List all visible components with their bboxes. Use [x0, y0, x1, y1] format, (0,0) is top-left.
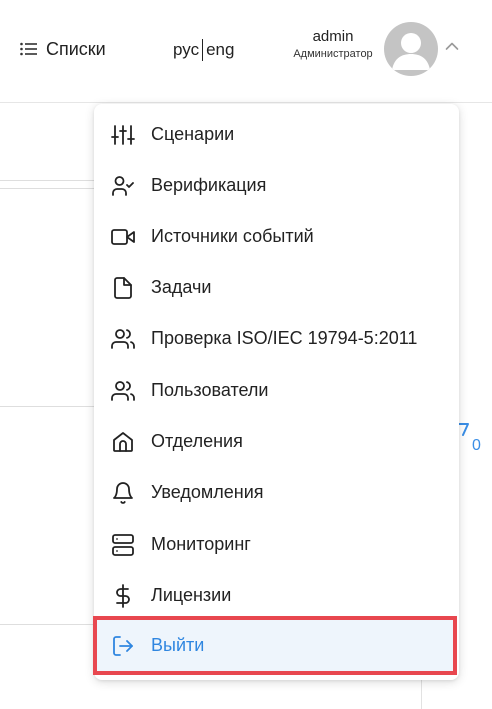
menu-item-label: Сценарии	[151, 124, 235, 144]
dollar-icon	[110, 583, 136, 609]
lists-button[interactable]: Списки	[20, 36, 106, 62]
video-camera-icon	[110, 224, 136, 250]
menu-item-label: Задачи	[151, 277, 212, 297]
menu-item-label: Отделения	[151, 431, 243, 451]
menu-item-label: Уведомления	[151, 482, 264, 502]
menu-item-label: Лицензии	[151, 585, 232, 605]
users-icon	[110, 378, 136, 404]
lang-separator	[202, 39, 204, 61]
menu-item-notifications[interactable]: Уведомления	[94, 467, 459, 518]
users-icon	[110, 326, 136, 352]
menu-item-event-sources[interactable]: Источники событий	[94, 211, 459, 262]
user-name: admin	[312, 28, 354, 45]
menu-item-tasks[interactable]: Задачи	[94, 262, 459, 313]
menu-item-verification[interactable]: Верификация	[94, 160, 459, 211]
user-info[interactable]: admin Администратор	[286, 28, 380, 62]
menu-item-users[interactable]: Пользователи	[94, 365, 459, 416]
menu-item-label: Верификация	[151, 175, 267, 195]
menu-item-monitoring[interactable]: Мониторинг	[94, 519, 459, 570]
user-dropdown-menu: Сценарии Верификация Источники событий З…	[93, 104, 459, 680]
logout-label: Выйти	[151, 635, 205, 655]
chevron-up-icon[interactable]	[445, 41, 459, 51]
language-switcher: рус eng	[173, 37, 234, 63]
user-check-icon	[110, 173, 136, 199]
lists-label: Списки	[46, 38, 106, 59]
lang-en[interactable]: eng	[206, 40, 234, 60]
avatar-placeholder-icon	[392, 33, 430, 70]
user-role: Администратор	[293, 48, 373, 60]
menu-item-iso-check[interactable]: Проверка ISO/IEC 19794-5:2011	[94, 313, 459, 364]
menu-item-logout[interactable]: Выйти	[93, 616, 457, 675]
server-icon	[110, 532, 136, 558]
background-divider	[0, 188, 94, 189]
background-divider	[0, 180, 94, 181]
avatar[interactable]	[384, 22, 438, 76]
list-icon	[20, 42, 37, 56]
menu-item-label: Источники событий	[151, 226, 314, 246]
menu-item-label: Пользователи	[151, 380, 269, 400]
sliders-icon	[110, 122, 136, 148]
menu-item-label: Проверка ISO/IEC 19794-5:2011	[151, 328, 418, 348]
top-header: Списки рус eng admin Администратор	[0, 0, 492, 103]
menu-item-departments[interactable]: Отделения	[94, 416, 459, 467]
background-divider	[0, 624, 94, 625]
background-divider	[0, 406, 94, 407]
logout-icon	[110, 633, 136, 659]
bell-icon	[110, 480, 136, 506]
home-icon	[110, 429, 136, 455]
trend-arrow-icon	[458, 423, 469, 436]
menu-item-licenses[interactable]: Лицензии	[94, 570, 459, 621]
file-icon	[110, 275, 136, 301]
lang-ru[interactable]: рус	[173, 40, 199, 60]
menu-item-scenarios[interactable]: Сценарии	[94, 109, 459, 160]
menu-item-label: Мониторинг	[151, 534, 251, 554]
background-counter: 0	[472, 437, 481, 454]
